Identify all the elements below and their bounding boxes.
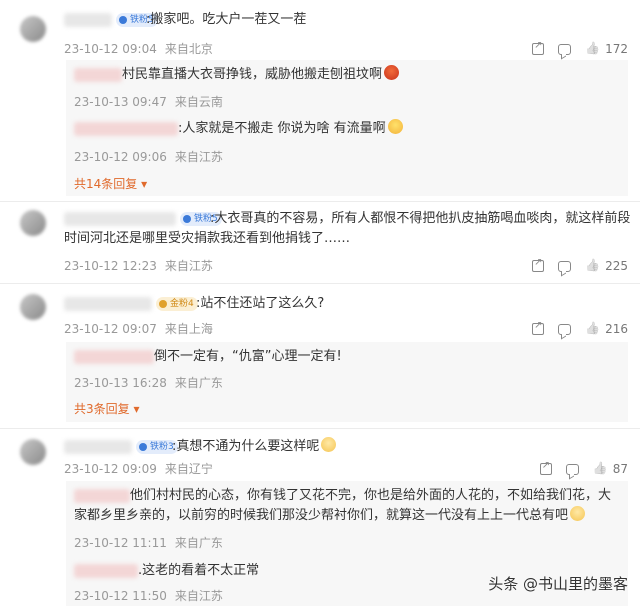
reply-username-blurred[interactable] [74,350,154,364]
comment-icon[interactable] [558,323,572,335]
reply-text: 他们村村民的心态，你有钱了又花不完，你也是给外面的人花的，不如给我们花，大家都乡… [74,488,612,523]
timestamp: 23-10-12 09:04 [64,42,157,56]
reply-username-blurred[interactable] [74,68,122,82]
like-count: 216 [605,322,628,336]
like-count: 172 [605,42,628,56]
share-icon[interactable] [532,320,545,335]
angry-emoji-icon [384,65,400,80]
reply-meta: 23-10-13 16:28 来自广东 [74,376,223,390]
comment-meta: 23-10-12 09:04 来自北京 [64,40,221,57]
comment-actions: 225 [532,257,628,275]
fan-badge: 金粉4 [156,297,198,311]
like-button[interactable]: 172 [585,42,628,56]
reply-meta: 23-10-12 09:06 来自江苏 [74,150,223,164]
emoji-icon [321,437,337,452]
comment-meta: 23-10-12 09:07 来自上海 [64,322,213,336]
thumbs-up-icon [585,259,599,273]
emoji-icon [387,119,403,134]
username-blurred[interactable] [64,440,132,454]
like-button[interactable]: 87 [593,462,628,476]
reply-box: 倒不一定有，“仇富”心理一定有! 23-10-13 16:28 来自广东 共3条回… [66,342,628,422]
comment-meta: 23-10-12 09:09 来自辽宁 [64,462,213,476]
avatar[interactable] [20,210,46,236]
location: 来自北京 [164,42,213,56]
comment-icon[interactable] [558,43,572,55]
like-count: 87 [612,462,628,476]
comment-text: :大衣哥真的不容易，所有人都恨不得把他扒皮抽筋喝血啖肉，就这样前段时间河北还是哪… [64,211,631,246]
thumbs-up-icon [585,322,599,336]
comment-icon[interactable] [558,260,572,272]
comment-text: :真想不通为什么要这样呢 [172,437,337,457]
thumbs-up-icon [593,462,607,476]
divider [0,201,640,202]
username-blurred[interactable] [64,13,112,27]
thumbs-up-icon [585,42,599,56]
reply-text: 倒不一定有，“仇富”心理一定有! [154,349,342,364]
avatar[interactable] [20,294,46,320]
reply-meta: 23-10-12 11:11 来自广东 [74,536,223,550]
reply-meta: 23-10-12 11:50 来自江苏 [74,589,223,603]
like-button[interactable]: 216 [585,322,628,336]
divider [0,428,640,429]
more-replies-link[interactable]: 共3条回复 ▾ [74,400,139,417]
comment-actions: 216 [532,320,628,338]
emoji-icon [570,506,586,521]
more-replies-link[interactable]: 共14条回复 ▾ [74,175,147,192]
avatar[interactable] [20,439,46,465]
comment-text: :站不住还站了这么久? [196,296,325,311]
reply-text: .这老的看着不太正常 [138,563,260,578]
divider [0,283,640,284]
watermark: 头条 @书山里的墨客 [488,575,628,593]
reply-username-blurred[interactable] [74,564,138,578]
reply-box: 村民靠直播大衣哥挣钱，威胁他搬走刨祖坟啊 23-10-13 09:47 来自云南 … [66,60,628,196]
comment-actions: 87 [539,460,628,478]
avatar[interactable] [20,16,46,42]
share-icon[interactable] [532,40,545,55]
comment-icon[interactable] [565,463,579,475]
reply-text: 村民靠直播大衣哥挣钱，威胁他搬走刨祖坟啊 [122,65,400,85]
like-button[interactable]: 225 [585,259,628,273]
comment-meta: 23-10-12 12:23 来自江苏 [64,259,213,273]
username-blurred[interactable] [64,297,152,311]
reply-text: :人家就是不搬走 你说为啥 有流量啊 [178,119,403,139]
share-icon[interactable] [532,257,545,272]
reply-username-blurred[interactable] [74,122,178,136]
reply-meta: 23-10-13 09:47 来自云南 [74,95,223,109]
share-icon[interactable] [539,460,552,475]
comment-actions: 172 [532,40,628,58]
comment-text: :搬家吧。吃大户一茬又一茬 [146,12,307,27]
like-count: 225 [605,259,628,273]
